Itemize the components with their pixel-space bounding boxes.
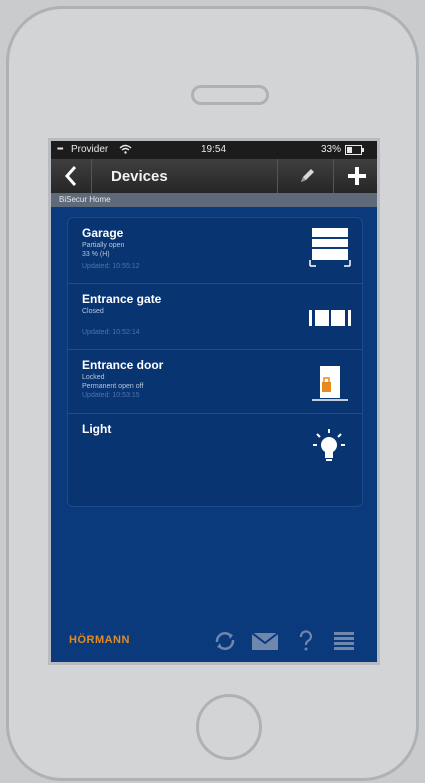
home-button[interactable] bbox=[196, 694, 262, 760]
garage-door-icon bbox=[306, 226, 354, 277]
battery-percent: 33% bbox=[321, 144, 342, 155]
section-header: BiSecur Home bbox=[51, 193, 377, 207]
plus-icon bbox=[348, 167, 366, 185]
signal-icon: ▪▪▪ bbox=[57, 144, 63, 153]
battery-icon bbox=[345, 145, 365, 158]
brand-logo: HÖRMANN bbox=[69, 634, 130, 646]
device-item-entrance-door[interactable]: Entrance door Locked Permanent open off … bbox=[68, 350, 362, 414]
wifi-icon bbox=[119, 144, 132, 157]
sliding-gate-icon bbox=[306, 306, 354, 335]
question-mark-icon bbox=[299, 630, 313, 651]
device-list: Garage Partially open 33 % (H) Updated: … bbox=[67, 217, 363, 507]
chevron-left-icon bbox=[64, 166, 77, 186]
status-time: 19:54 bbox=[201, 144, 227, 155]
edit-button[interactable] bbox=[285, 159, 329, 193]
nav-divider bbox=[91, 159, 92, 193]
device-item-entrance-gate[interactable]: Entrance gate Closed Updated: 10:52:14 bbox=[68, 284, 362, 350]
device-item-light[interactable]: Light bbox=[68, 414, 362, 478]
device-mode: Permanent open off bbox=[82, 383, 144, 390]
status-bar: ▪▪▪ Provider 19:54 33% bbox=[51, 141, 377, 159]
device-updated: Updated: 10:52:14 bbox=[82, 329, 140, 336]
device-position: 33 % (H) bbox=[82, 251, 110, 258]
device-name: Garage bbox=[82, 226, 124, 240]
device-status: Locked bbox=[82, 374, 105, 381]
back-button[interactable] bbox=[51, 159, 91, 193]
carrier-name: Provider bbox=[71, 144, 109, 155]
device-status: Closed bbox=[82, 308, 104, 315]
nav-bar: Devices bbox=[51, 159, 377, 194]
light-bulb-icon bbox=[312, 428, 346, 469]
messages-button[interactable] bbox=[251, 630, 279, 657]
pencil-icon bbox=[301, 169, 314, 182]
refresh-icon bbox=[215, 632, 235, 650]
device-name: Entrance gate bbox=[82, 292, 162, 306]
nav-divider bbox=[277, 159, 278, 193]
device-name: Light bbox=[82, 422, 112, 436]
page-title: Devices bbox=[111, 168, 168, 185]
envelope-icon bbox=[251, 632, 279, 650]
nav-divider bbox=[333, 159, 334, 193]
phone-speaker bbox=[191, 85, 269, 105]
device-updated: Updated: 10:53:15 bbox=[82, 392, 140, 399]
device-name: Entrance door bbox=[82, 358, 164, 372]
help-button[interactable] bbox=[297, 630, 315, 657]
device-item-garage[interactable]: Garage Partially open 33 % (H) Updated: … bbox=[68, 218, 362, 284]
device-status: Partially open bbox=[82, 242, 125, 249]
bottom-toolbar: HÖRMANN bbox=[51, 621, 377, 661]
refresh-button[interactable] bbox=[213, 630, 237, 657]
add-button[interactable] bbox=[337, 159, 377, 193]
device-updated: Updated: 10:55:12 bbox=[82, 263, 140, 270]
entrance-door-icon bbox=[308, 362, 352, 411]
menu-button[interactable] bbox=[333, 630, 355, 657]
app-screen: ▪▪▪ Provider 19:54 33% Devices BiSecur H… bbox=[48, 138, 380, 665]
hamburger-menu-icon bbox=[334, 632, 354, 650]
